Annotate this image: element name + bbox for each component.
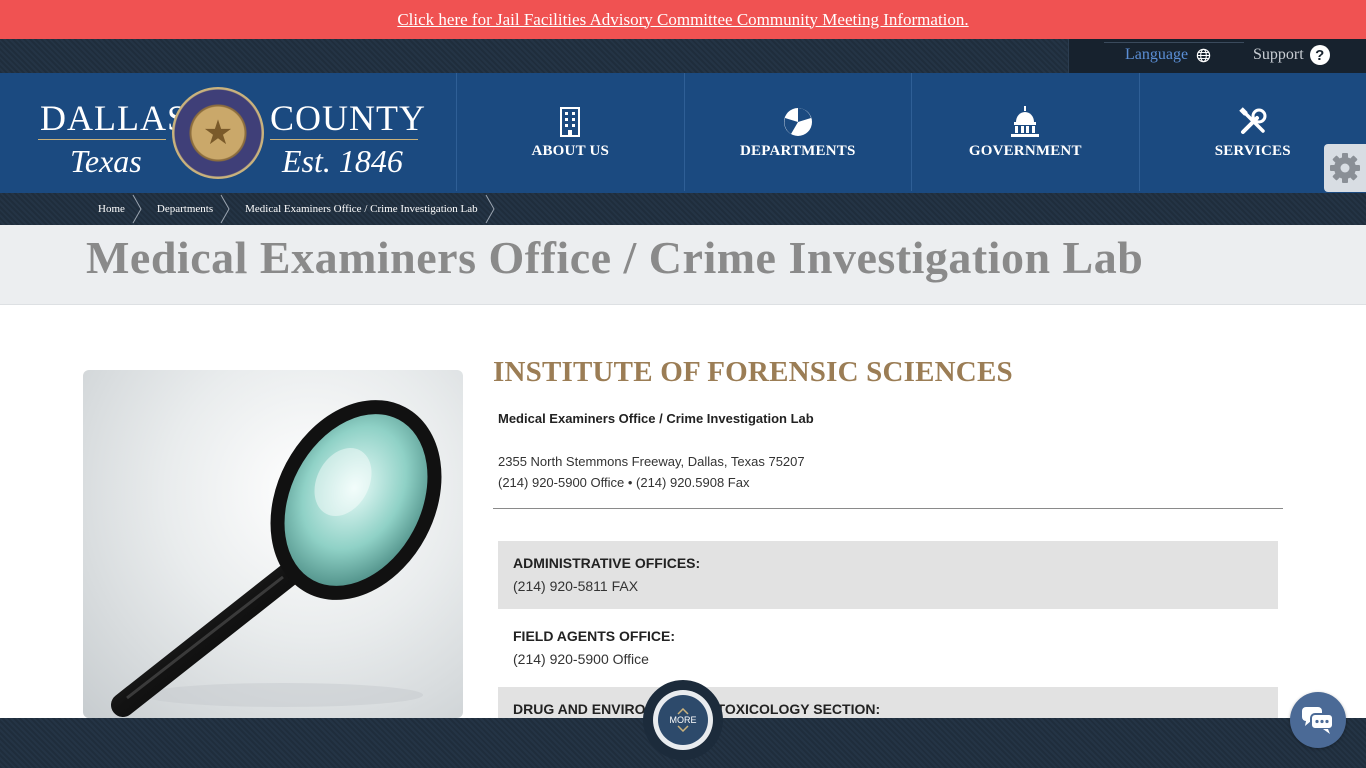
nav-label: ABOUT US xyxy=(531,142,610,159)
breadcrumb-departments[interactable]: Departments xyxy=(157,203,213,215)
chevron-down-icon xyxy=(677,725,689,732)
institute-heading: INSTITUTE OF FORENSIC SCIENCES xyxy=(493,356,1013,388)
more-label: MORE xyxy=(669,715,697,725)
dallas-county-logo[interactable]: DALLAS COUNTY Texas Est. 1846 ★ xyxy=(30,73,450,193)
logo-script-texas: Texas xyxy=(70,143,142,179)
language-divider xyxy=(1104,42,1244,43)
page-title: Medical Examiners Office / Crime Investi… xyxy=(86,232,1144,283)
pie-chart-icon xyxy=(781,105,815,139)
breadcrumb-current[interactable]: Medical Examiners Office / Crime Investi… xyxy=(245,203,478,215)
breadcrumb-separator-icon xyxy=(132,194,142,224)
main-nav: ABOUT US DEPARTMENTS GOVERNMENT SERVICES xyxy=(456,73,1366,191)
logo-rule-left xyxy=(38,139,166,140)
breadcrumb-separator-icon xyxy=(485,194,495,224)
alert-link[interactable]: Click here for Jail Facilities Advisory … xyxy=(397,10,968,30)
logo-word-dallas: DALLAS xyxy=(40,98,188,138)
nav-label: DEPARTMENTS xyxy=(739,142,856,159)
chat-button[interactable] xyxy=(1290,692,1346,748)
utility-bar: Language Support ? xyxy=(0,39,1366,73)
support-label: Support xyxy=(1253,46,1304,63)
contact-section: FIELD AGENTS OFFICE: (214) 920-5900 Offi… xyxy=(498,614,1278,682)
tools-icon xyxy=(1236,105,1270,139)
language-button[interactable]: Language xyxy=(1125,46,1211,64)
section-heading: FIELD AGENTS OFFICE: xyxy=(513,628,676,644)
nav-label: GOVERNMENT xyxy=(968,142,1082,159)
gear-icon xyxy=(1330,153,1360,183)
breadcrumb-separator-icon xyxy=(220,194,230,224)
language-label: Language xyxy=(1125,46,1189,63)
address-line: 2355 North Stemmons Freeway, Dallas, Tex… xyxy=(498,454,805,469)
settings-tab[interactable] xyxy=(1324,144,1366,192)
nav-government[interactable]: GOVERNMENT xyxy=(911,73,1139,191)
seal-star-icon: ★ xyxy=(202,114,234,152)
breadcrumb: Home Departments Medical Examiners Offic… xyxy=(98,193,510,225)
help-icon: ? xyxy=(1309,45,1330,65)
breadcrumb-home[interactable]: Home xyxy=(98,203,125,215)
logo-rule-right xyxy=(270,139,418,140)
alert-banner: Click here for Jail Facilities Advisory … xyxy=(0,0,1366,39)
site-header: DALLAS COUNTY Texas Est. 1846 ★ ABOUT US… xyxy=(0,73,1366,193)
section-line: (214) 920-5811 FAX xyxy=(513,578,639,594)
section-line: (214) 920-5900 Office xyxy=(513,651,649,667)
breadcrumb-bar: Home Departments Medical Examiners Offic… xyxy=(0,193,1366,225)
more-button-core: MORE xyxy=(658,695,708,745)
support-button[interactable]: Support ? xyxy=(1253,45,1330,65)
office-subheading: Medical Examiners Office / Crime Investi… xyxy=(498,411,814,426)
nav-about-us[interactable]: ABOUT US xyxy=(456,73,684,191)
more-button-ring: MORE xyxy=(653,690,713,750)
chevron-up-icon xyxy=(677,708,689,715)
content-divider xyxy=(493,508,1283,509)
chat-bubbles-icon xyxy=(1302,707,1334,734)
contact-section: ADMINISTRATIVE OFFICES: (214) 920-5811 F… xyxy=(498,541,1278,609)
nav-label: SERVICES xyxy=(1214,142,1291,159)
nav-departments[interactable]: DEPARTMENTS xyxy=(683,73,912,191)
logo-script-established: Est. 1846 xyxy=(282,143,403,179)
globe-icon xyxy=(1196,48,1211,62)
building-icon xyxy=(553,105,587,139)
more-button[interactable]: MORE xyxy=(643,680,723,760)
title-band: Medical Examiners Office / Crime Investi… xyxy=(0,225,1366,305)
capitol-icon xyxy=(1008,105,1042,139)
logo-word-county: COUNTY xyxy=(270,98,426,138)
county-seal-icon: ★ xyxy=(172,87,264,179)
address-block: 2355 North Stemmons Freeway, Dallas, Tex… xyxy=(498,451,805,493)
phone-line: (214) 920-5900 Office • (214) 920.5908 F… xyxy=(498,475,750,490)
magnifying-glass-photo xyxy=(83,370,463,718)
section-heading: DRUG AND ENVIRONMENTAL TOXICOLOGY SECTIO… xyxy=(513,701,881,717)
section-heading: ADMINISTRATIVE OFFICES: xyxy=(513,555,701,571)
